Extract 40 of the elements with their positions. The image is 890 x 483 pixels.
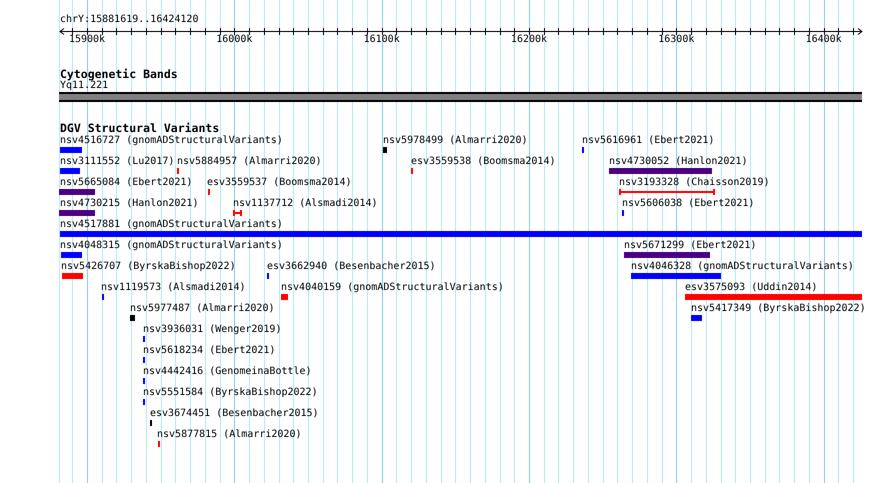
feature-label: nsv1119573 (Alsmadi2014): [101, 282, 246, 293]
feature-label: esv3559537 (Boomsma2014): [207, 177, 352, 188]
feature-label: nsv3193328 (Chaisson2019): [619, 177, 770, 188]
feature-label: nsv4730052 (Hanlon2021): [609, 156, 748, 167]
feature-label: esv3575093 (Uddin2014): [685, 282, 818, 293]
feature-label: nsv5551584 (ByrskaBishop2022): [143, 387, 318, 398]
feature-label: nsv4046328 (gnomADStructuralVariants): [631, 261, 854, 272]
tick-label: 15900k: [68, 34, 106, 46]
feature-label: nsv5417349 (ByrskaBishop2022): [691, 303, 866, 314]
feature-label: nsv5616961 (Ebert2021): [582, 135, 714, 146]
feature-label: nsv5884957 (Almarri2020): [177, 156, 322, 167]
feature-label: nsv5618234 (Ebert2021): [143, 345, 276, 356]
feature-label: nsv4442416 (GenomeinaBottle): [143, 366, 312, 377]
feature-label: nsv5978499 (Almarri2020): [383, 135, 528, 146]
feature-label: nsv5671299 (Ebert2021): [624, 240, 756, 251]
tick-label: 16200k: [510, 34, 548, 46]
feature-label: nsv1137712 (Alsmadi2014): [233, 198, 378, 209]
feature-label: nsv4517881 (gnomADStructuralVariants): [60, 219, 283, 230]
feature-label: esv3662940 (Besenbacher2015): [267, 261, 436, 272]
feature-label: nsv5977487 (Almarri2020): [130, 303, 274, 314]
feature-label: nsv3111552 (Lu2017): [60, 156, 174, 167]
tick-label: 16400k: [804, 34, 843, 46]
tick-label: 16000k: [215, 34, 254, 46]
track-title: Cytogenetic Bands: [60, 67, 178, 81]
tick-label: 16100k: [362, 34, 401, 46]
feature-label: esv3559538 (Boomsma2014): [411, 156, 556, 167]
location-label: chrY:15881619..16424120: [60, 14, 198, 26]
band-label: Yq11.221: [60, 80, 108, 92]
feature-label: nsv5877815 (Almarri2020): [157, 429, 302, 440]
feature-label: nsv5665084 (Ebert2021): [60, 177, 192, 188]
feature-label: nsv5426707 (ByrskaBishop2022): [61, 261, 236, 272]
feature-label: nsv3936031 (Wenger2019): [143, 324, 282, 335]
feature-label: nsv4048315 (gnomADStructuralVariants): [60, 240, 283, 251]
feature-label: nsv4040159 (gnomADStructuralVariants): [281, 282, 504, 293]
feature-label: nsv5606038 (Ebert2021): [622, 198, 754, 209]
tick-label: 16300k: [657, 34, 696, 46]
feature-label: nsv4516727 (gnomADStructuralVariants): [60, 135, 283, 146]
feature-label: nsv4730215 (Hanlon2021): [60, 198, 198, 209]
track-title: DGV Structural Variants: [60, 121, 220, 135]
feature-label: esv3674451 (Besenbacher2015): [150, 408, 319, 419]
